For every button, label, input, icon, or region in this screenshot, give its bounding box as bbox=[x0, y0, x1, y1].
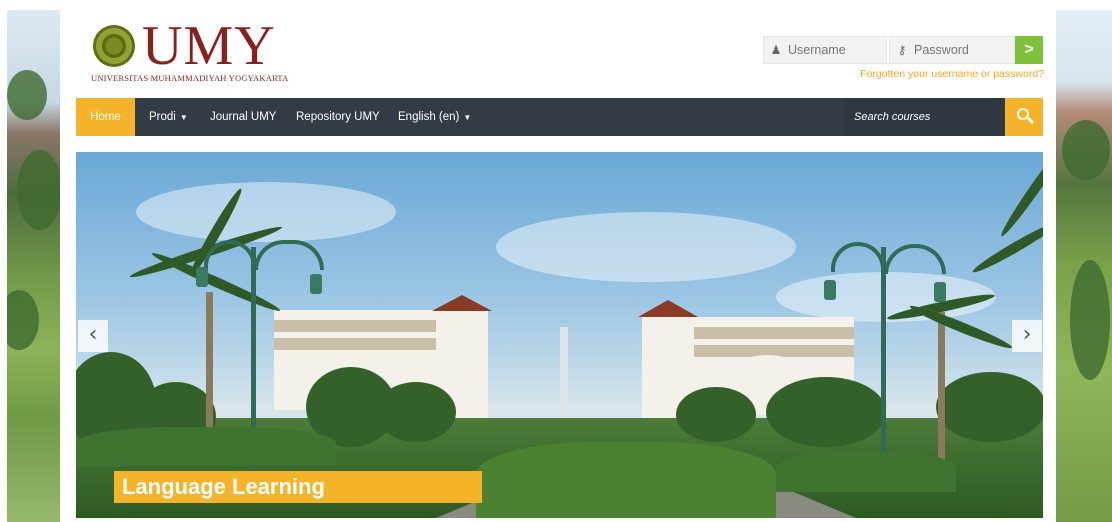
nav-prodi-label: Prodi bbox=[149, 111, 176, 123]
slider-next-button[interactable]: › bbox=[1012, 320, 1042, 352]
username-field-wrapper: ♟ bbox=[763, 36, 887, 64]
background-photo-left bbox=[7, 10, 60, 522]
key-icon: ⚷ bbox=[897, 43, 907, 57]
course-search-input[interactable]: Search courses bbox=[845, 98, 1005, 136]
password-field-wrapper: ⚷ bbox=[889, 36, 1015, 64]
background-photo-right bbox=[1056, 10, 1112, 522]
search-button[interactable] bbox=[1005, 98, 1043, 136]
caret-down-icon: ▼ bbox=[179, 113, 188, 122]
university-seal-icon bbox=[93, 25, 135, 67]
user-icon: ♟ bbox=[770, 43, 782, 57]
nav-repository[interactable]: Repository UMY bbox=[296, 98, 380, 136]
nav-home[interactable]: Home bbox=[76, 98, 135, 136]
logo-wordmark: UMY bbox=[142, 15, 276, 77]
slide-caption[interactable]: Language Learning bbox=[114, 471, 482, 503]
nav-language-dropdown[interactable]: English (en) ▼ bbox=[398, 98, 471, 136]
course-search-placeholder: Search courses bbox=[854, 111, 931, 123]
nav-language-label: English (en) bbox=[398, 111, 460, 123]
hero-slider-image bbox=[76, 152, 1043, 518]
site-logo[interactable]: UMY UNIVERSITAS MUHAMMADIYAH YOGYAKARTA bbox=[90, 15, 290, 84]
login-submit-button[interactable]: > bbox=[1015, 36, 1043, 64]
login-form: ♟ ⚷ > bbox=[763, 36, 1043, 64]
password-input[interactable] bbox=[914, 37, 1012, 63]
forgot-credentials-link[interactable]: Forgotten your username or password? bbox=[860, 68, 1044, 80]
nav-journal[interactable]: Journal UMY bbox=[210, 98, 276, 136]
nav-prodi-dropdown[interactable]: Prodi ▼ bbox=[149, 98, 188, 136]
logo-subtitle: UNIVERSITAS MUHAMMADIYAH YOGYAKARTA bbox=[91, 73, 289, 83]
username-input[interactable] bbox=[788, 37, 884, 63]
caret-down-icon: ▼ bbox=[463, 113, 472, 122]
slide-caption-text: Language Learning bbox=[122, 474, 325, 499]
slider-prev-button[interactable]: ‹ bbox=[78, 320, 108, 352]
main-navbar: Home Prodi ▼ Journal UMY Repository UMY E… bbox=[76, 98, 1043, 136]
